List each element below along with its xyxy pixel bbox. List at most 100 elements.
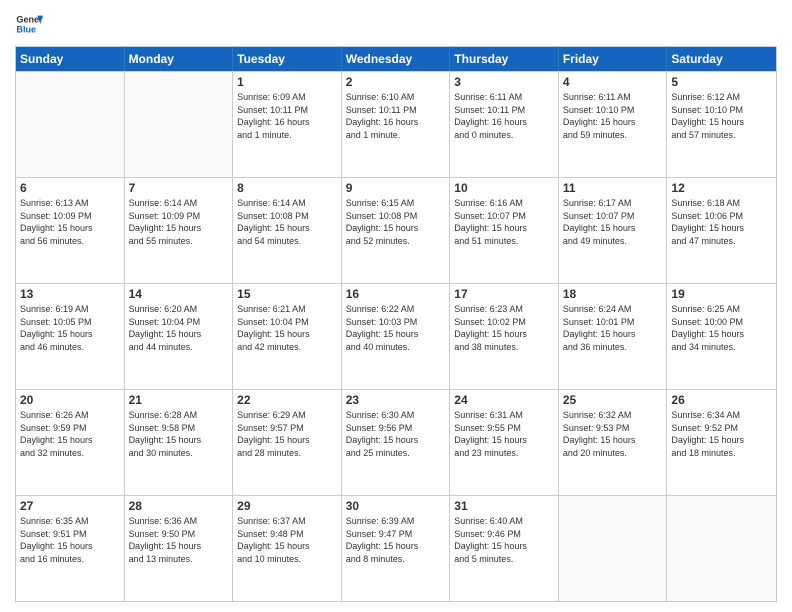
cell-info: Sunrise: 6:18 AM Sunset: 10:06 PM Daylig…: [671, 197, 772, 247]
day-number: 23: [346, 393, 446, 407]
cell-info: Sunrise: 6:15 AM Sunset: 10:08 PM Daylig…: [346, 197, 446, 247]
day-number: 27: [20, 499, 120, 513]
logo-icon: General Blue: [15, 10, 43, 38]
header-day-friday: Friday: [559, 47, 668, 71]
calendar-body: 1Sunrise: 6:09 AM Sunset: 10:11 PM Dayli…: [16, 71, 776, 601]
cell-info: Sunrise: 6:34 AM Sunset: 9:52 PM Dayligh…: [671, 409, 772, 459]
header: General Blue: [15, 10, 777, 38]
header-day-tuesday: Tuesday: [233, 47, 342, 71]
cell-info: Sunrise: 6:19 AM Sunset: 10:05 PM Daylig…: [20, 303, 120, 353]
day-number: 12: [671, 181, 772, 195]
calendar-cell: [559, 496, 668, 601]
day-number: 26: [671, 393, 772, 407]
page: General Blue SundayMondayTuesdayWednesda…: [0, 0, 792, 612]
calendar-cell: 29 Sunrise: 6:37 AM Sunset: 9:48 PM Dayli…: [233, 496, 342, 601]
day-number: 18: [563, 287, 663, 301]
calendar-cell: 20Sunrise: 6:26 AM Sunset: 9:59 PM Dayli…: [16, 390, 125, 495]
calendar-cell: 1Sunrise: 6:09 AM Sunset: 10:11 PM Dayli…: [233, 72, 342, 177]
calendar-cell: 16Sunrise: 6:22 AM Sunset: 10:03 PM Dayl…: [342, 284, 451, 389]
cell-info: Sunrise: 6:14 AM Sunset: 10:09 PM Daylig…: [129, 197, 229, 247]
calendar-cell: 19 Sunrise: 6:25 AM Sunset: 10:00 PM Dayl…: [667, 284, 776, 389]
cell-info: Sunrise: 6:32 AM Sunset: 9:53 PM Dayligh…: [563, 409, 663, 459]
day-number: 7: [129, 181, 229, 195]
cell-info: Sunrise: 6:37 AM Sunset: 9:48 PM Dayligh…: [237, 515, 337, 565]
cell-info: Sunrise: 6:29 AM Sunset: 9:57 PM Dayligh…: [237, 409, 337, 459]
calendar-cell: 4 Sunrise: 6:11 AM Sunset: 10:10 PM Dayli…: [559, 72, 668, 177]
day-number: 8: [237, 181, 337, 195]
calendar-cell: 6 Sunrise: 6:13 AM Sunset: 10:09 PM Dayli…: [16, 178, 125, 283]
day-number: 25: [563, 393, 663, 407]
cell-info: Sunrise: 6:39 AM Sunset: 9:47 PM Dayligh…: [346, 515, 446, 565]
day-number: 6: [20, 181, 120, 195]
calendar-cell: 15Sunrise: 6:21 AM Sunset: 10:04 PM Dayl…: [233, 284, 342, 389]
cell-info: Sunrise: 6:12 AM Sunset: 10:10 PM Daylig…: [671, 91, 772, 141]
day-number: 2: [346, 75, 446, 89]
cell-info: Sunrise: 6:36 AM Sunset: 9:50 PM Dayligh…: [129, 515, 229, 565]
calendar-row-0: 1Sunrise: 6:09 AM Sunset: 10:11 PM Dayli…: [16, 71, 776, 177]
day-number: 4: [563, 75, 663, 89]
cell-info: Sunrise: 6:17 AM Sunset: 10:07 PM Daylig…: [563, 197, 663, 247]
day-number: 13: [20, 287, 120, 301]
calendar-cell: 3Sunrise: 6:11 AM Sunset: 10:11 PM Dayli…: [450, 72, 559, 177]
day-number: 19: [671, 287, 772, 301]
calendar-cell: 11Sunrise: 6:17 AM Sunset: 10:07 PM Dayl…: [559, 178, 668, 283]
svg-text:Blue: Blue: [16, 24, 36, 34]
cell-info: Sunrise: 6:24 AM Sunset: 10:01 PM Daylig…: [563, 303, 663, 353]
cell-info: Sunrise: 6:40 AM Sunset: 9:46 PM Dayligh…: [454, 515, 554, 565]
cell-info: Sunrise: 6:31 AM Sunset: 9:55 PM Dayligh…: [454, 409, 554, 459]
logo: General Blue: [15, 10, 43, 38]
calendar-row-3: 20Sunrise: 6:26 AM Sunset: 9:59 PM Dayli…: [16, 389, 776, 495]
day-number: 21: [129, 393, 229, 407]
cell-info: Sunrise: 6:10 AM Sunset: 10:11 PM Daylig…: [346, 91, 446, 141]
calendar-cell: 8 Sunrise: 6:14 AM Sunset: 10:08 PM Dayli…: [233, 178, 342, 283]
cell-info: Sunrise: 6:13 AM Sunset: 10:09 PM Daylig…: [20, 197, 120, 247]
cell-info: Sunrise: 6:20 AM Sunset: 10:04 PM Daylig…: [129, 303, 229, 353]
day-number: 5: [671, 75, 772, 89]
cell-info: Sunrise: 6:25 AM Sunset: 10:00 PM Daylig…: [671, 303, 772, 353]
cell-info: Sunrise: 6:35 AM Sunset: 9:51 PM Dayligh…: [20, 515, 120, 565]
calendar-cell: 18 Sunrise: 6:24 AM Sunset: 10:01 PM Dayl…: [559, 284, 668, 389]
day-number: 9: [346, 181, 446, 195]
calendar-row-2: 13 Sunrise: 6:19 AM Sunset: 10:05 PM Dayl…: [16, 283, 776, 389]
cell-info: Sunrise: 6:11 AM Sunset: 10:10 PM Daylig…: [563, 91, 663, 141]
calendar-row-4: 27 Sunrise: 6:35 AM Sunset: 9:51 PM Dayli…: [16, 495, 776, 601]
day-number: 10: [454, 181, 554, 195]
day-number: 1: [237, 75, 337, 89]
cell-info: Sunrise: 6:11 AM Sunset: 10:11 PM Daylig…: [454, 91, 554, 141]
day-number: 24: [454, 393, 554, 407]
header-day-monday: Monday: [125, 47, 234, 71]
calendar-cell: 14 Sunrise: 6:20 AM Sunset: 10:04 PM Dayl…: [125, 284, 234, 389]
day-number: 22: [237, 393, 337, 407]
cell-info: Sunrise: 6:16 AM Sunset: 10:07 PM Daylig…: [454, 197, 554, 247]
calendar-cell: [16, 72, 125, 177]
calendar-row-1: 6 Sunrise: 6:13 AM Sunset: 10:09 PM Dayli…: [16, 177, 776, 283]
header-day-sunday: Sunday: [16, 47, 125, 71]
day-number: 14: [129, 287, 229, 301]
calendar-header: SundayMondayTuesdayWednesdayThursdayFrid…: [16, 47, 776, 71]
calendar: SundayMondayTuesdayWednesdayThursdayFrid…: [15, 46, 777, 602]
day-number: 29: [237, 499, 337, 513]
day-number: 30: [346, 499, 446, 513]
cell-info: Sunrise: 6:14 AM Sunset: 10:08 PM Daylig…: [237, 197, 337, 247]
calendar-cell: 31 Sunrise: 6:40 AM Sunset: 9:46 PM Dayli…: [450, 496, 559, 601]
calendar-cell: 25 Sunrise: 6:32 AM Sunset: 9:53 PM Dayli…: [559, 390, 668, 495]
header-day-thursday: Thursday: [450, 47, 559, 71]
calendar-cell: 28Sunrise: 6:36 AM Sunset: 9:50 PM Dayli…: [125, 496, 234, 601]
day-number: 20: [20, 393, 120, 407]
cell-info: Sunrise: 6:30 AM Sunset: 9:56 PM Dayligh…: [346, 409, 446, 459]
calendar-cell: 10 Sunrise: 6:16 AM Sunset: 10:07 PM Dayl…: [450, 178, 559, 283]
day-number: 31: [454, 499, 554, 513]
calendar-cell: 12 Sunrise: 6:18 AM Sunset: 10:06 PM Dayl…: [667, 178, 776, 283]
cell-info: Sunrise: 6:23 AM Sunset: 10:02 PM Daylig…: [454, 303, 554, 353]
calendar-cell: 30 Sunrise: 6:39 AM Sunset: 9:47 PM Dayli…: [342, 496, 451, 601]
calendar-cell: 7 Sunrise: 6:14 AM Sunset: 10:09 PM Dayli…: [125, 178, 234, 283]
calendar-cell: [667, 496, 776, 601]
calendar-cell: 27 Sunrise: 6:35 AM Sunset: 9:51 PM Dayli…: [16, 496, 125, 601]
cell-info: Sunrise: 6:22 AM Sunset: 10:03 PM Daylig…: [346, 303, 446, 353]
calendar-cell: 23 Sunrise: 6:30 AM Sunset: 9:56 PM Dayli…: [342, 390, 451, 495]
header-day-saturday: Saturday: [667, 47, 776, 71]
calendar-cell: 13 Sunrise: 6:19 AM Sunset: 10:05 PM Dayl…: [16, 284, 125, 389]
header-day-wednesday: Wednesday: [342, 47, 451, 71]
calendar-cell: 26 Sunrise: 6:34 AM Sunset: 9:52 PM Dayli…: [667, 390, 776, 495]
calendar-cell: 17Sunrise: 6:23 AM Sunset: 10:02 PM Dayl…: [450, 284, 559, 389]
